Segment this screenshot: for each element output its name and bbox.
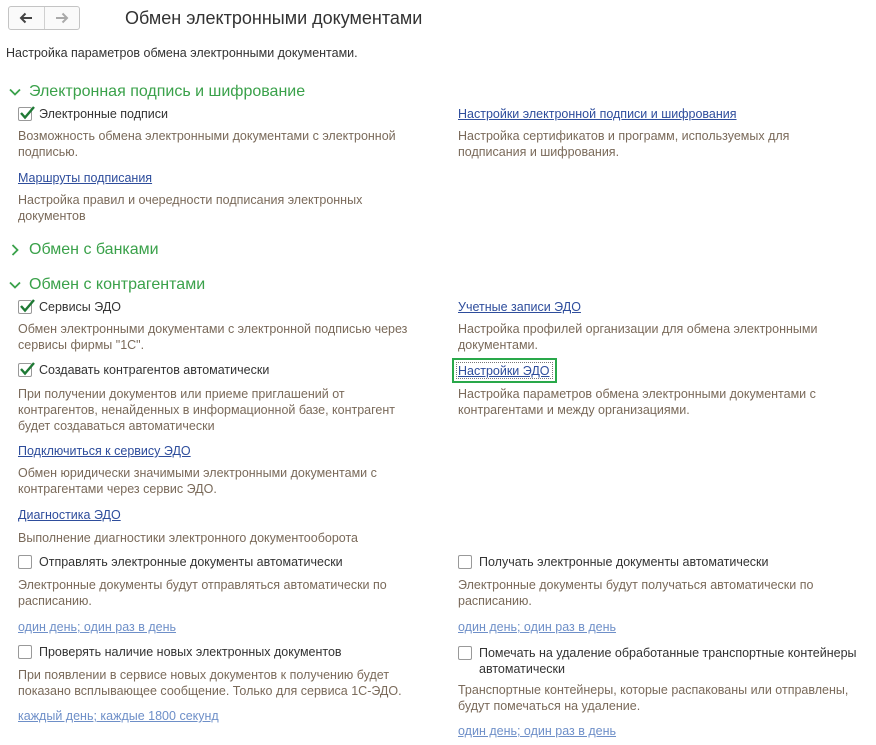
mark-delete-desc: Транспортные контейнеры, которые распако… [458,683,849,713]
connect-edo-link[interactable]: Подключиться к сервису ЭДО [18,444,191,458]
auto-receive-schedule-link[interactable]: один день; один раз в день [458,620,616,634]
check-new-schedule-link[interactable]: каждый день; каждые 1800 секунд [18,709,219,723]
auto-send-desc: Электронные документы будут отправляться… [18,578,387,608]
page-title: Обмен электронными документами [125,8,423,28]
check-new-label: Проверять наличие новых электронных доку… [39,645,342,659]
signing-routes-desc: Настройка правил и очередности подписани… [18,193,363,223]
section-counterparties-header[interactable]: Обмен с контрагентами [9,276,205,294]
chevron-right-icon [11,244,19,256]
diagnostics-edo-link[interactable]: Диагностика ЭДО [18,508,121,522]
edo-services-checkbox[interactable] [18,299,35,314]
connect-edo-desc: Обмен юридически значимыми электронными … [18,466,377,496]
auto-create-checkbox-row[interactable]: Создавать контрагентов автоматически [18,362,270,377]
auto-send-checkbox-row[interactable]: Отправлять электронные документы автомат… [18,555,343,569]
section-banks-header[interactable]: Обмен с банками [9,241,159,259]
edo-services-label: Сервисы ЭДО [39,300,122,314]
forward-button[interactable] [43,7,80,29]
arrow-right-icon [55,12,69,24]
chevron-down-icon [9,281,21,289]
edo-accounts-desc: Настройка профилей организации для обмен… [458,322,818,352]
auto-receive-desc: Электронные документы будут получаться а… [458,578,814,608]
check-icon [20,299,35,313]
auto-create-desc: При получении документов или приеме приг… [18,387,395,433]
diagnostics-edo-desc: Выполнение диагностики электронного доку… [18,531,358,545]
edo-services-desc: Обмен электронными документами с электро… [18,322,408,352]
auto-receive-checkbox-row[interactable]: Получать электронные документы автоматич… [458,555,769,569]
check-icon [20,106,35,120]
auto-send-label: Отправлять электронные документы автомат… [39,555,343,569]
check-new-checkbox[interactable] [18,645,32,659]
signature-settings-link[interactable]: Настройки электронной подписи и шифрован… [458,107,737,121]
edo-services-checkbox-row[interactable]: Сервисы ЭДО [18,299,122,314]
e-signatures-label: Электронные подписи [39,107,168,121]
auto-create-checkbox[interactable] [18,362,35,377]
signature-settings-desc: Настройка сертификатов и программ, испол… [458,129,790,159]
auto-send-schedule-link[interactable]: один день; один раз в день [18,620,176,634]
back-button[interactable] [9,7,44,29]
section-banks-title: Обмен с банками [29,241,159,258]
section-signature-title: Электронная подпись и шифрование [29,83,306,100]
arrow-left-icon [19,12,33,24]
edo-settings-link[interactable]: Настройки ЭДО [458,364,550,378]
auto-send-checkbox[interactable] [18,555,32,569]
auto-receive-checkbox[interactable] [458,555,472,569]
edo-settings-desc: Настройка параметров обмена электронными… [458,387,816,417]
check-new-checkbox-row[interactable]: Проверять наличие новых электронных доку… [18,645,342,659]
auto-create-label: Создавать контрагентов автоматически [39,363,270,377]
check-icon [20,362,35,376]
check-new-desc: При появлении в сервисе новых документов… [18,668,402,698]
e-signatures-checkbox[interactable] [18,106,35,121]
mark-delete-checkbox[interactable] [458,646,472,660]
e-signatures-checkbox-row[interactable]: Электронные подписи [18,106,168,121]
signing-routes-link[interactable]: Маршруты подписания [18,171,152,185]
mark-delete-label: Помечать на удаление обработанные трансп… [479,646,857,676]
auto-receive-label: Получать электронные документы автоматич… [479,555,769,569]
chevron-down-icon [9,88,21,96]
edo-accounts-link[interactable]: Учетные записи ЭДО [458,300,581,314]
section-counterparties-title: Обмен с контрагентами [29,276,206,293]
mark-delete-schedule-link[interactable]: один день; один раз в день [458,724,616,738]
navigation-buttons [8,6,80,30]
page-subtitle: Настройка параметров обмена электронными… [6,46,358,60]
e-signatures-desc: Возможность обмена электронными документ… [18,129,396,159]
section-signature-header[interactable]: Электронная подпись и шифрование [9,83,305,101]
mark-delete-checkbox-row[interactable]: Помечать на удаление обработанные трансп… [458,645,876,677]
